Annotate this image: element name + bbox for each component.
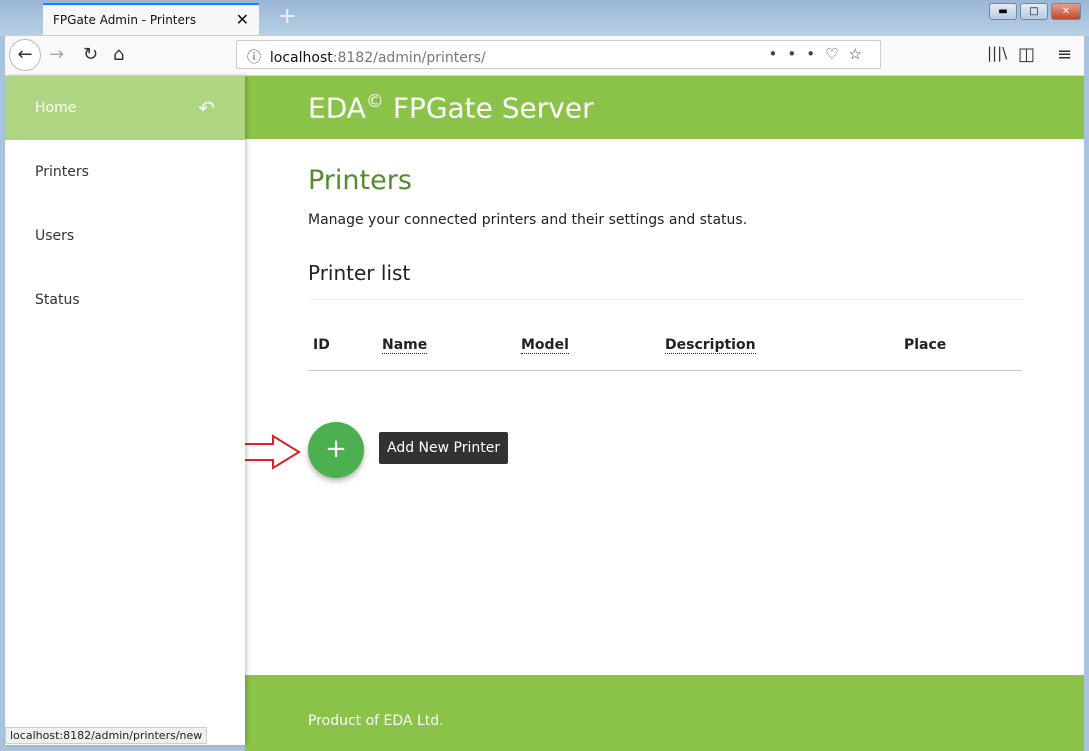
back-icon[interactable]: ← — [9, 39, 41, 71]
url-host: localhost — [269, 50, 333, 66]
add-printer-button[interactable]: + — [308, 422, 364, 478]
sidebar-item-printers[interactable]: Printers — [5, 140, 245, 204]
close-tab-icon[interactable]: ✕ — [236, 10, 249, 29]
new-tab-icon[interactable]: + — [278, 4, 296, 29]
sidebar-toggle-icon[interactable]: ◫ — [1018, 44, 1035, 65]
header-title: EDA — [308, 91, 366, 125]
forward-icon[interactable]: → — [49, 44, 64, 65]
maximize-icon[interactable]: □ — [1020, 3, 1048, 20]
sidebar-item-users[interactable]: Users — [5, 204, 245, 268]
table-header: ID Name Model Description Place — [308, 324, 1022, 371]
arrow-annotation-icon — [238, 434, 301, 470]
page-description: Manage your connected printers and their… — [308, 212, 748, 228]
browser-toolbar: ← → ↻ ⌂ ⓘ localhost:8182/admin/printers/… — [5, 36, 1084, 76]
window-close-icon[interactable]: ✕ — [1051, 3, 1081, 20]
column-model[interactable]: Model — [521, 337, 569, 354]
copyright-mark: © — [365, 91, 384, 112]
column-description[interactable]: Description — [665, 337, 756, 354]
column-id: ID — [313, 337, 330, 353]
add-printer-tooltip: Add New Printer — [379, 432, 509, 464]
column-name[interactable]: Name — [382, 337, 428, 354]
url-path: :8182/admin/printers/ — [332, 50, 486, 66]
page-title: Printers — [308, 165, 412, 196]
menu-icon[interactable]: ≡ — [1057, 44, 1072, 65]
sidebar-item-home[interactable]: Home ↶ — [5, 76, 245, 140]
sidebar-item-status[interactable]: Status — [5, 268, 245, 332]
url-bar[interactable]: ⓘ localhost:8182/admin/printers/ •••♡☆ — [236, 40, 881, 69]
tab-title: FPGate Admin - Printers — [53, 13, 197, 27]
pocket-icon[interactable]: ♡ — [825, 45, 848, 63]
bookmark-star-icon[interactable]: ☆ — [849, 45, 872, 63]
status-bar-url: localhost:8182/admin/printers/new — [5, 727, 208, 744]
main-content: Printers Manage your connected printers … — [238, 139, 1084, 675]
window-frame — [1084, 36, 1089, 750]
browser-titlebar: FPGate Admin - Printers ✕ + ▬ □ ✕ — [0, 0, 1089, 36]
minimize-icon[interactable]: ▬ — [989, 3, 1017, 20]
reload-icon[interactable]: ↻ — [83, 44, 98, 65]
divider — [308, 299, 1022, 300]
home-icon[interactable]: ⌂ — [113, 44, 124, 65]
info-icon[interactable]: ⓘ — [247, 50, 261, 66]
more-icon[interactable]: ••• — [769, 45, 826, 63]
sidebar-item-label: Home — [35, 100, 77, 116]
section-title: Printer list — [308, 261, 411, 285]
header-title-rest: FPGate Server — [383, 91, 594, 125]
app-header: EDA© FPGate Server — [245, 76, 1084, 139]
sidebar: Home ↶ Printers Users Status — [5, 76, 245, 745]
browser-tab[interactable]: FPGate Admin - Printers ✕ — [43, 3, 259, 35]
column-place: Place — [904, 337, 947, 353]
library-icon[interactable]: |||\ — [987, 44, 1007, 62]
undo-icon[interactable]: ↶ — [198, 76, 215, 140]
footer: Product of EDA Ltd. — [245, 675, 1084, 751]
footer-text: Product of EDA Ltd. — [308, 713, 444, 729]
